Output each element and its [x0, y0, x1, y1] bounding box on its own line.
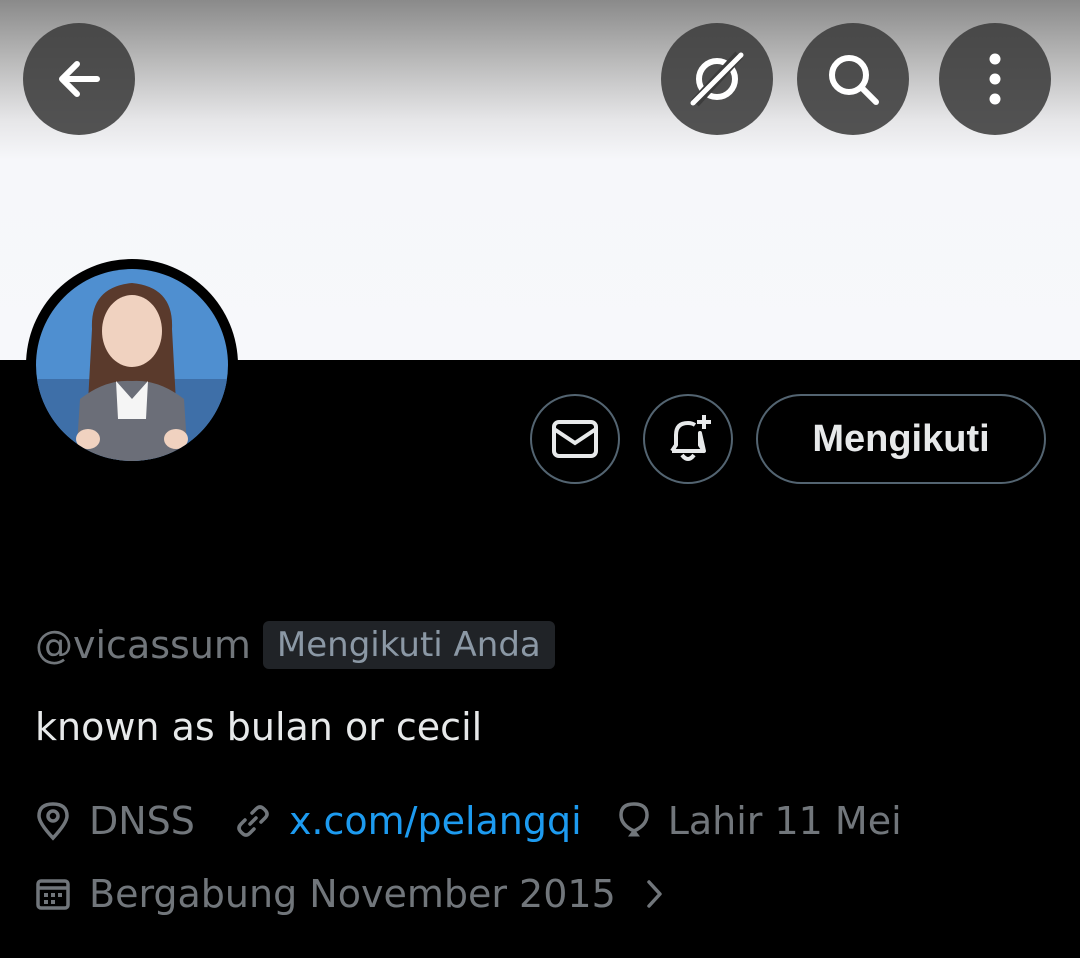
calendar-icon — [36, 879, 70, 910]
message-button[interactable] — [530, 394, 620, 484]
location-item: DNSS — [35, 799, 195, 843]
joined-text: Bergabung November 2015 — [89, 872, 616, 916]
avatar-photo — [36, 269, 228, 461]
profile-handle: @vicassum — [35, 623, 251, 667]
search-icon — [829, 55, 879, 105]
back-button[interactable] — [23, 23, 135, 135]
following-button[interactable]: Mengikuti — [756, 394, 1046, 484]
website-item[interactable]: x.com/pelangqi — [235, 799, 582, 843]
balloon-icon — [618, 802, 649, 837]
profile-bio: known as bulan or cecil — [35, 705, 483, 749]
envelope-icon — [552, 420, 598, 458]
notify-button[interactable] — [643, 394, 733, 484]
grok-button[interactable] — [661, 23, 773, 135]
map-pin-icon — [37, 802, 69, 841]
grok-icon — [690, 51, 744, 107]
bell-plus-icon — [670, 415, 711, 461]
location-text: DNSS — [89, 799, 195, 843]
joined-item[interactable]: Bergabung November 2015 — [35, 872, 684, 916]
more-button[interactable] — [939, 23, 1051, 135]
link-icon — [237, 805, 269, 837]
joined-row[interactable]: Bergabung November 2015 — [35, 868, 684, 920]
more-vertical-icon — [989, 53, 1001, 105]
birthday-text: Lahir 11 Mei — [667, 799, 902, 843]
follows-you-badge: Mengikuti Anda — [262, 621, 555, 669]
handle-row: @vicassum Mengikuti Anda — [35, 620, 555, 670]
profile-meta-row: DNSS x.com/pelangqi Lahir 11 Mei — [35, 795, 902, 847]
birthday-item: Lahir 11 Mei — [618, 799, 902, 843]
website-link[interactable]: x.com/pelangqi — [289, 799, 582, 843]
arrow-left-icon — [59, 61, 100, 97]
chevron-right-icon — [647, 880, 662, 908]
search-button[interactable] — [797, 23, 909, 135]
avatar[interactable] — [26, 259, 238, 471]
following-button-label: Mengikuti — [812, 417, 990, 460]
